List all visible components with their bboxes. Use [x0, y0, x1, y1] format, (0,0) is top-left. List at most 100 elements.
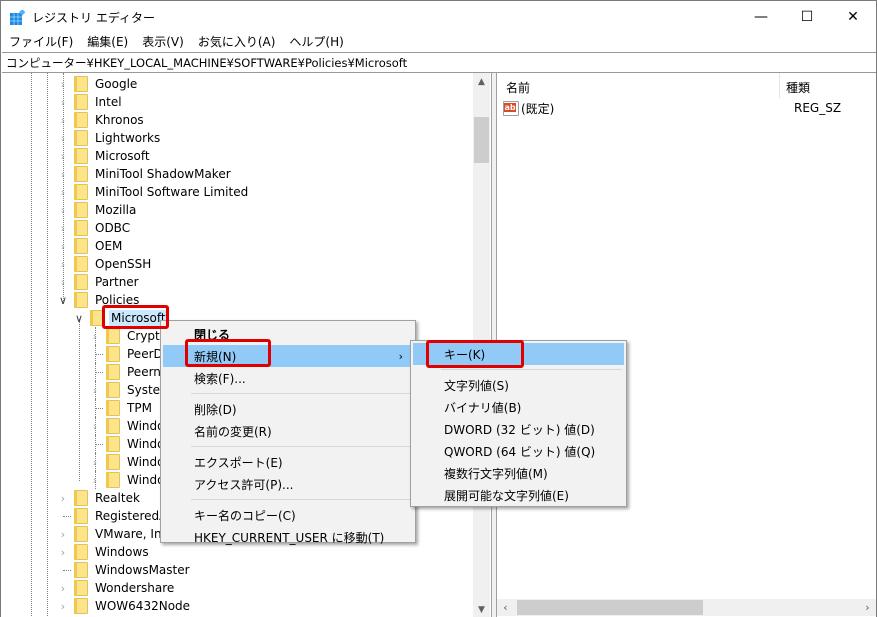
context-menu-item[interactable]: 削除(D) — [163, 398, 413, 420]
tree-item[interactable]: › ODBC — [58, 219, 132, 237]
tree-item[interactable]: › MiniTool Software Limited — [58, 183, 250, 201]
menu-file[interactable]: ファイル(F) — [1, 32, 80, 52]
scroll-down-icon[interactable]: ▼ — [473, 601, 490, 617]
menu-help[interactable]: ヘルプ(H) — [282, 32, 350, 52]
tree-item[interactable]: › Microsoft — [58, 147, 152, 165]
tree-item-label: Google — [95, 77, 138, 91]
chevron-down-icon[interactable]: ∨ — [74, 312, 84, 325]
tree-item[interactable]: › Realtek — [58, 489, 142, 507]
chevron-right-icon[interactable]: › — [58, 78, 68, 91]
context-menu-item[interactable]: 名前の変更(R) — [163, 420, 413, 442]
menu-favorites[interactable]: お気に入り(A) — [191, 32, 283, 52]
submenu-item[interactable]: キー(K) — [413, 343, 624, 365]
value-row[interactable]: ab (既定) REG_SZ — [497, 99, 876, 117]
tree-item[interactable]: › Wondershare — [58, 579, 176, 597]
tree-item[interactable]: › WOW6432Node — [58, 597, 192, 615]
chevron-right-icon[interactable]: › — [58, 600, 68, 613]
chevron-right-icon[interactable]: › — [90, 384, 100, 397]
chevron-right-icon[interactable]: › — [58, 240, 68, 253]
context-menu-item-label: エクスポート(E) — [194, 455, 283, 470]
column-header-type[interactable]: 種類 — [780, 73, 810, 98]
tree-item[interactable]: › Partner — [58, 273, 141, 291]
chevron-right-icon[interactable]: › — [58, 150, 68, 163]
context-menu-item[interactable]: アクセス許可(P)... — [163, 473, 413, 495]
chevron-right-icon[interactable]: › — [58, 492, 68, 505]
submenu-item[interactable]: DWORD (32 ビット) 値(D) — [413, 418, 624, 440]
tree-item[interactable]: ∨ Microsoft — [74, 309, 168, 327]
tree-connector-line — [95, 408, 103, 409]
tree-connector-line — [95, 354, 103, 355]
folder-icon — [106, 400, 120, 416]
tree-item-label: Mozilla — [95, 203, 137, 217]
tree-item[interactable]: › Khronos — [58, 111, 146, 129]
tree-item[interactable]: › Windows — [58, 543, 151, 561]
folder-icon — [74, 292, 88, 308]
context-menu-item[interactable]: 新規(N) › — [163, 345, 413, 367]
context-menu-item[interactable]: 閉じる — [163, 323, 413, 345]
submenu-item[interactable]: QWORD (64 ビット) 値(Q) — [413, 440, 624, 462]
tree-item[interactable]: › Mozilla — [58, 201, 138, 219]
tree-item-label: Lightworks — [95, 131, 161, 145]
chevron-right-icon[interactable]: › — [90, 474, 100, 487]
tree-item[interactable]: › Windo — [90, 417, 167, 435]
chevron-right-icon[interactable]: › — [90, 420, 100, 433]
close-button[interactable]: ✕ — [830, 1, 876, 32]
menu-edit[interactable]: 編集(E) — [80, 32, 135, 52]
context-menu-item[interactable]: 検索(F)... — [163, 367, 413, 389]
scroll-up-icon[interactable]: ▲ — [473, 73, 490, 90]
tree-item[interactable]: › MiniTool ShadowMaker — [58, 165, 233, 183]
chevron-right-icon[interactable]: › — [58, 186, 68, 199]
column-header-name[interactable]: 名前 — [497, 73, 780, 98]
submenu-item[interactable]: 複数行文字列値(M) — [413, 462, 624, 484]
submenu-item[interactable]: 展開可能な文字列値(E) — [413, 484, 624, 506]
tree-item-label: Intel — [95, 95, 122, 109]
address-bar — [2, 52, 876, 73]
maximize-button[interactable]: ☐ — [784, 1, 830, 32]
folder-icon — [74, 598, 88, 614]
minimize-button[interactable]: — — [738, 1, 784, 32]
list-horizontal-scrollbar[interactable]: ‹ › — [497, 599, 876, 616]
chevron-right-icon[interactable]: › — [58, 96, 68, 109]
context-menu-item[interactable]: キー名のコピー(C) — [163, 504, 413, 526]
folder-icon — [106, 364, 120, 380]
tree-item[interactable]: WindowsMaster — [58, 561, 192, 579]
chevron-right-icon[interactable]: › — [58, 114, 68, 127]
tree-item[interactable]: › Windo — [90, 471, 167, 489]
context-menu-item-label: 名前の変更(R) — [194, 424, 272, 439]
tree-item[interactable]: › VMware, Inc. — [58, 525, 174, 543]
tree-item[interactable]: › OEM — [58, 237, 124, 255]
chevron-right-icon[interactable]: › — [58, 168, 68, 181]
submenu-item[interactable]: バイナリ値(B) — [413, 396, 624, 418]
chevron-right-icon[interactable]: › — [58, 258, 68, 271]
chevron-right-icon[interactable]: › — [58, 546, 68, 559]
submenu-item-label: バイナリ値(B) — [444, 400, 522, 415]
context-menu-item-label: アクセス許可(P)... — [194, 477, 294, 492]
context-menu-item[interactable]: エクスポート(E) — [163, 451, 413, 473]
chevron-right-icon[interactable]: › — [58, 204, 68, 217]
chevron-right-icon[interactable]: › — [90, 456, 100, 469]
tree-item-label: Policies — [95, 293, 140, 307]
context-menu-item[interactable]: HKEY_CURRENT_USER に移動(T) — [163, 526, 413, 548]
menu-view[interactable]: 表示(V) — [135, 32, 191, 52]
chevron-right-icon[interactable]: › — [58, 222, 68, 235]
scroll-right-icon[interactable]: › — [859, 599, 876, 616]
submenu-item[interactable]: 文字列値(S) — [413, 374, 624, 396]
list-scroll-thumb[interactable] — [517, 600, 703, 615]
tree-scroll-thumb[interactable] — [474, 117, 489, 163]
folder-icon — [74, 94, 88, 110]
address-input[interactable] — [2, 53, 876, 72]
tree-item[interactable]: › Crypto — [90, 327, 169, 345]
chevron-right-icon[interactable]: › — [58, 528, 68, 541]
tree-item[interactable]: › Intel — [58, 93, 124, 111]
tree-item[interactable]: › Windo — [90, 453, 167, 471]
tree-item[interactable]: ∨ Policies — [58, 291, 141, 309]
chevron-right-icon[interactable]: › — [58, 276, 68, 289]
tree-item[interactable]: › Lightworks — [58, 129, 162, 147]
chevron-down-icon[interactable]: ∨ — [58, 294, 68, 307]
tree-item[interactable]: › Google — [58, 75, 139, 93]
tree-item[interactable]: › OpenSSH — [58, 255, 153, 273]
chevron-right-icon[interactable]: › — [90, 330, 100, 343]
chevron-right-icon[interactable]: › — [58, 132, 68, 145]
scroll-left-icon[interactable]: ‹ — [497, 599, 514, 616]
chevron-right-icon[interactable]: › — [58, 582, 68, 595]
